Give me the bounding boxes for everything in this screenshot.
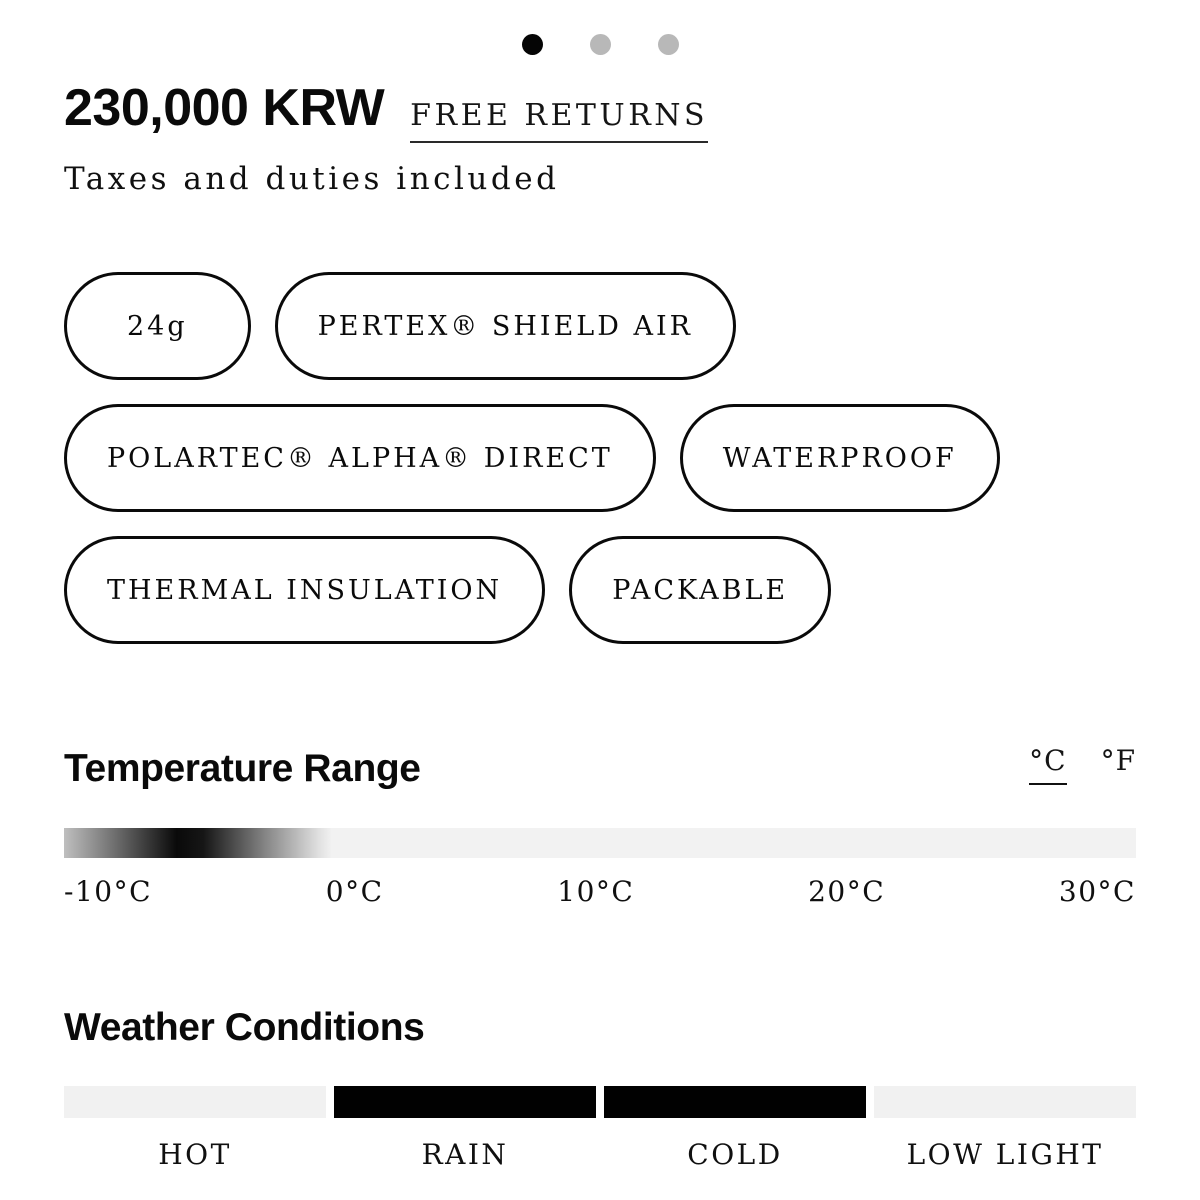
feature-pill-weight[interactable]: 24g	[64, 272, 251, 380]
feature-pill-group: 24g PERTEX® SHIELD AIR POLARTEC® ALPHA® …	[64, 272, 1136, 644]
weather-bar-low-light[interactable]	[874, 1086, 1136, 1118]
free-returns-link[interactable]: FREE RETURNS	[410, 99, 709, 143]
price-block: 230,000 KRW FREE RETURNS Taxes and dutie…	[64, 82, 1136, 197]
temperature-unit-toggle: °C °F	[1029, 744, 1136, 791]
temperature-tick-4: 30°C	[1058, 875, 1136, 908]
weather-conditions-section: Weather Conditions HOT RAIN COLD LOW LIG…	[64, 1006, 1136, 1171]
price-amount: 230,000 KRW	[64, 79, 385, 137]
weather-bar-rain[interactable]	[334, 1086, 596, 1118]
carousel-dot-3[interactable]	[657, 34, 679, 55]
temperature-range-header: Temperature Range °C °F	[64, 744, 1136, 791]
temperature-tick-2: 10°C	[557, 875, 635, 908]
unit-celsius-button[interactable]: °C	[1029, 744, 1067, 785]
temperature-tick-1: 0°C	[325, 875, 384, 908]
weather-label-hot: HOT	[158, 1138, 232, 1171]
carousel-dot-2[interactable]	[589, 34, 611, 55]
temperature-tick-3: 20°C	[808, 875, 886, 908]
feature-pill-pertex-shield-air[interactable]: PERTEX® SHIELD AIR	[274, 272, 736, 380]
weather-label-rain: RAIN	[421, 1138, 509, 1171]
weather-condition-bars	[64, 1086, 1136, 1118]
taxes-note: Taxes and duties included	[64, 161, 560, 197]
price-row: 230,000 KRW FREE RETURNS	[64, 82, 1136, 143]
weather-conditions-title: Weather Conditions	[64, 1006, 425, 1049]
weather-bar-cold[interactable]	[604, 1086, 866, 1118]
carousel-dot-1[interactable]	[521, 34, 543, 55]
feature-pill-waterproof[interactable]: WATERPROOF	[679, 404, 1000, 512]
temperature-tick-0: -10°C	[64, 875, 153, 908]
weather-label-low-light: LOW LIGHT	[906, 1138, 1104, 1171]
product-detail-panel: 230,000 KRW FREE RETURNS Taxes and dutie…	[0, 0, 1200, 1200]
carousel-pagination	[0, 34, 1200, 55]
weather-condition-labels: HOT RAIN COLD LOW LIGHT	[64, 1138, 1136, 1171]
temperature-range-fill	[64, 828, 332, 858]
weather-label-cold: COLD	[687, 1138, 783, 1171]
weather-bar-hot[interactable]	[64, 1086, 326, 1118]
temperature-range-title: Temperature Range	[64, 747, 421, 790]
feature-pill-polartec-alpha-direct[interactable]: POLARTEC® ALPHA® DIRECT	[64, 404, 656, 512]
temperature-range-track[interactable]	[64, 828, 1136, 858]
unit-fahrenheit-button[interactable]: °F	[1101, 744, 1136, 785]
temperature-range-section: Temperature Range °C °F -10°C 0°C 10°C 2…	[64, 744, 1136, 908]
feature-pill-packable[interactable]: PACKABLE	[569, 536, 832, 644]
feature-pill-thermal-insulation[interactable]: THERMAL INSULATION	[64, 536, 546, 644]
temperature-tick-labels: -10°C 0°C 10°C 20°C 30°C	[64, 875, 1136, 908]
